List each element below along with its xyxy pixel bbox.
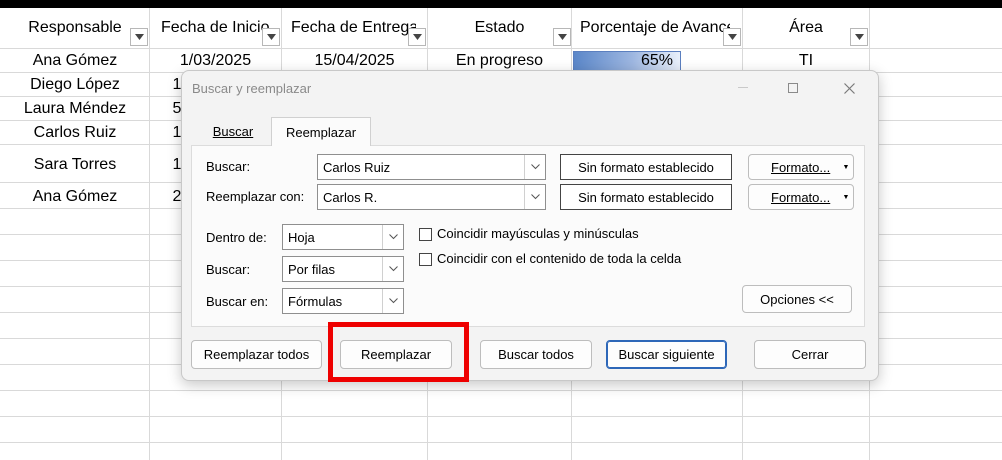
replace-with-input[interactable]: Carlos R. [317, 184, 546, 210]
replace-with-value: Carlos R. [323, 189, 378, 205]
red-highlight-box [328, 322, 469, 382]
within-value: Hoja [288, 229, 315, 245]
filter-dropdown-icon[interactable] [850, 28, 868, 46]
filter-dropdown-icon[interactable] [262, 28, 280, 46]
cell-responsable[interactable]: Sara Torres [0, 152, 150, 178]
top-toolbar-strip [0, 0, 1002, 8]
look-in-value: Fórmulas [288, 293, 343, 309]
replace-format-button[interactable]: Formato... ▼ [748, 184, 854, 210]
caret-down-icon[interactable]: ▼ [839, 185, 853, 209]
header-porcentaje-avance[interactable]: Porcentaje de Avance [573, 8, 730, 48]
find-format-status: Sin formato establecido [560, 154, 732, 180]
look-in-label: Buscar en: [206, 294, 269, 309]
dialog-title: Buscar y reemplazar [192, 81, 312, 96]
filter-dropdown-icon[interactable] [553, 28, 571, 46]
caret-down-icon[interactable]: ▼ [839, 155, 853, 179]
chevron-down-icon[interactable] [382, 257, 403, 281]
cell-responsable[interactable]: Diego López [0, 73, 150, 97]
filter-dropdown-icon[interactable] [130, 28, 148, 46]
cell-responsable[interactable]: Ana Gómez [0, 184, 150, 210]
options-panel: Buscar: Carlos Ruiz Sin formato establec… [191, 145, 865, 327]
tab-buscar[interactable]: Buscar [203, 117, 263, 145]
header-fecha-inicio[interactable]: Fecha de Inicio [151, 8, 271, 48]
search-order-label: Buscar: [206, 262, 251, 277]
tab-reemplazar-label: Reemplazar [285, 124, 357, 140]
match-case-checkbox[interactable] [419, 228, 432, 241]
find-replace-dialog: Buscar y reemplazar Buscar Reemplazar Bu… [181, 70, 879, 381]
find-format-button[interactable]: Formato... ▼ [748, 154, 854, 180]
cell-responsable[interactable]: Ana Gómez [0, 49, 150, 73]
find-all-button[interactable]: Buscar todos [480, 340, 592, 369]
close-button[interactable]: Cerrar [754, 340, 866, 369]
match-case-label[interactable]: Coincidir mayúsculas y minúsculas [437, 226, 639, 241]
header-responsable[interactable]: Responsable [0, 8, 150, 48]
cell-responsable[interactable]: Carlos Ruiz [0, 121, 150, 145]
chevron-down-icon[interactable] [524, 185, 545, 209]
find-what-input[interactable]: Carlos Ruiz [317, 154, 546, 180]
tab-buscar-label: Buscar [212, 123, 254, 139]
find-label: Buscar: [206, 159, 251, 174]
maximize-icon[interactable] [782, 77, 804, 99]
look-in-select[interactable]: Fórmulas [282, 288, 404, 314]
close-icon[interactable] [838, 77, 860, 99]
minimize-icon[interactable] [732, 77, 754, 99]
options-toggle-button[interactable]: Opciones << [742, 285, 852, 313]
within-select[interactable]: Hoja [282, 224, 404, 250]
replace-all-button[interactable]: Reemplazar todos [191, 340, 322, 369]
replace-format-label: Formato... [771, 189, 831, 205]
chevron-down-icon[interactable] [524, 155, 545, 179]
header-estado[interactable]: Estado [428, 8, 571, 48]
chevron-down-icon[interactable] [382, 225, 403, 249]
header-fecha-entrega[interactable]: Fecha de Entrega [283, 8, 416, 48]
cell-responsable[interactable]: Laura Méndez [0, 97, 150, 121]
match-entire-cell-label[interactable]: Coincidir con el contenido de toda la ce… [437, 251, 681, 266]
chevron-down-icon[interactable] [382, 289, 403, 313]
find-what-value: Carlos Ruiz [323, 159, 391, 175]
tab-reemplazar[interactable]: Reemplazar [271, 117, 371, 146]
replace-format-status: Sin formato establecido [560, 184, 732, 210]
match-entire-cell-checkbox[interactable] [419, 253, 432, 266]
filter-dropdown-icon[interactable] [408, 28, 426, 46]
find-next-button[interactable]: Buscar siguiente [606, 340, 727, 369]
within-label: Dentro de: [206, 230, 267, 245]
find-format-label: Formato... [771, 159, 831, 175]
replace-label: Reemplazar con: [206, 189, 305, 204]
filter-dropdown-icon[interactable] [723, 28, 741, 46]
search-order-select[interactable]: Por filas [282, 256, 404, 282]
search-order-value: Por filas [288, 261, 335, 277]
